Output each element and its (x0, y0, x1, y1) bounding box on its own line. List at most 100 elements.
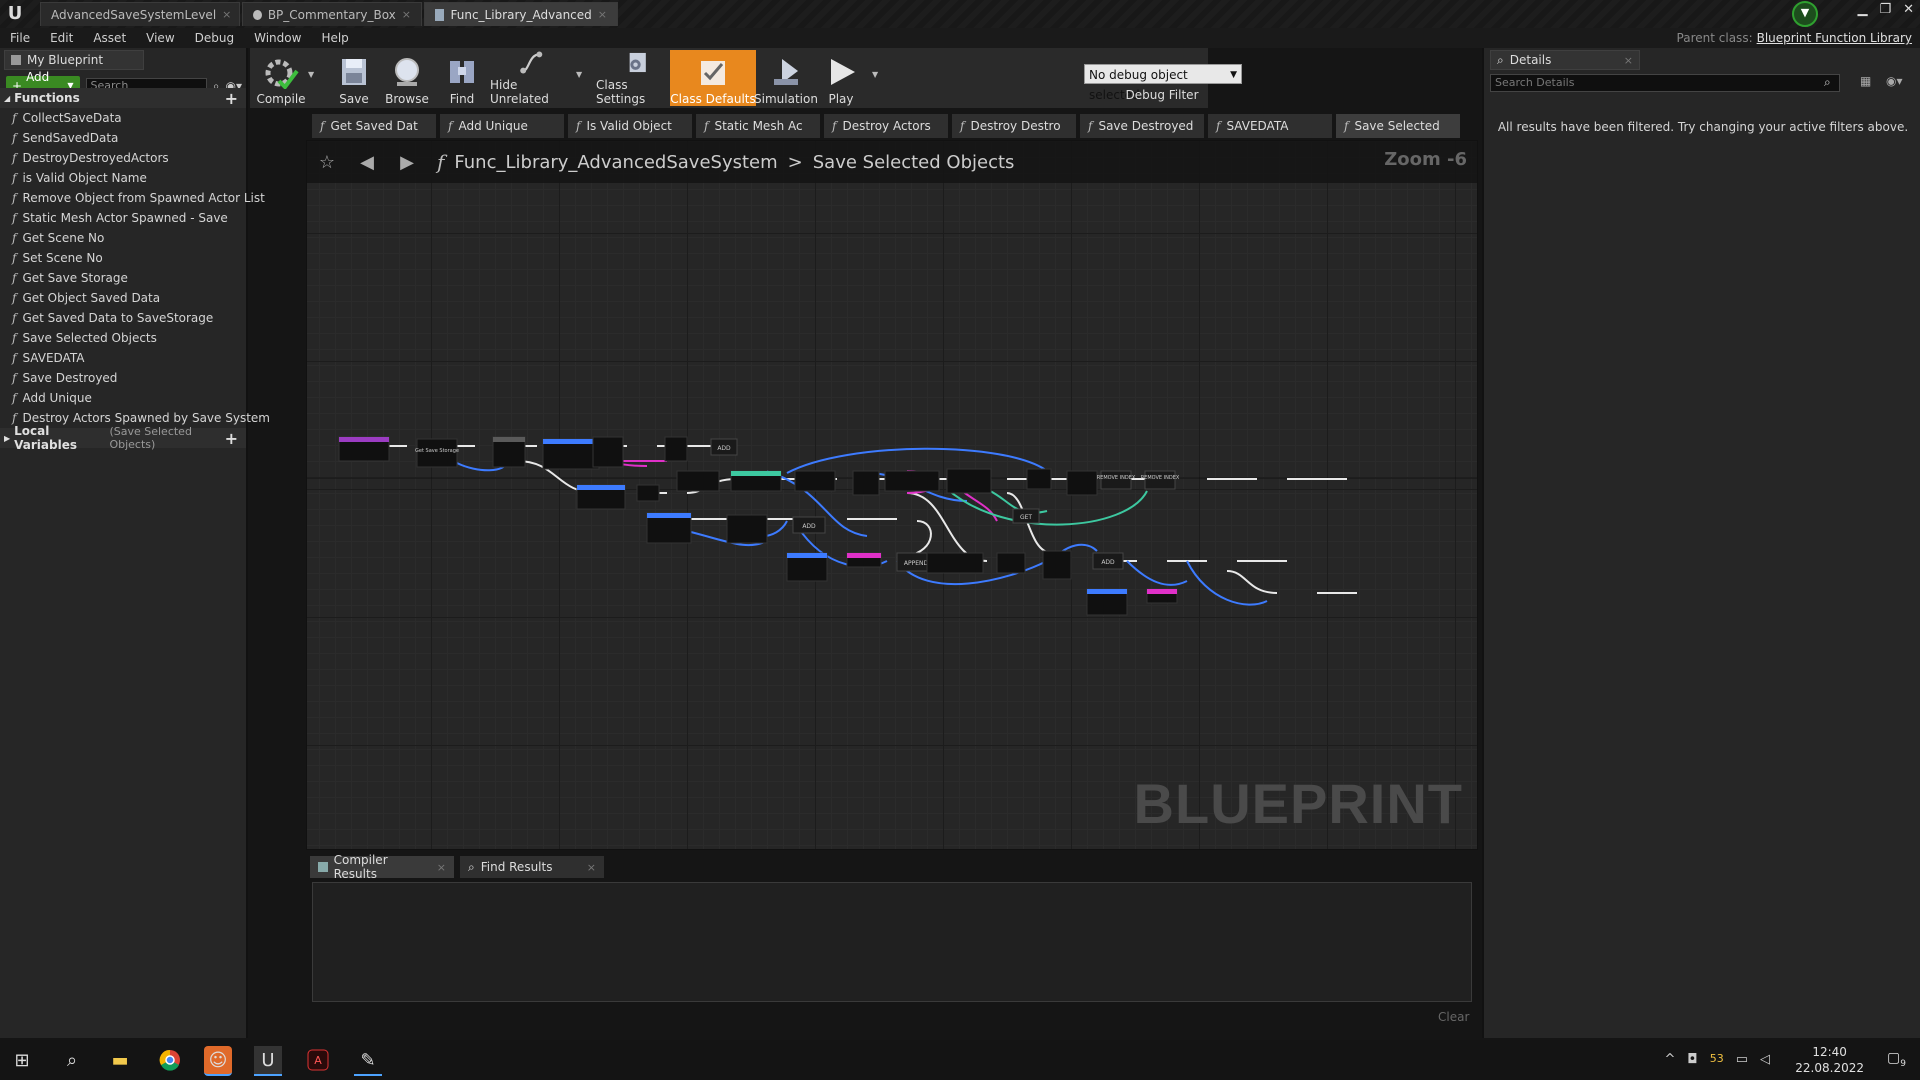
tab-bp-commentary-box[interactable]: BP_Commentary_Box × (242, 2, 422, 26)
windows-start-icon[interactable]: ⊞ (8, 1046, 36, 1074)
my-blueprint-tab[interactable]: My Blueprint (4, 50, 144, 70)
hide-unrelated-options-icon[interactable]: ▼ (576, 70, 582, 79)
tab-find-results[interactable]: ⌕ Find Results × (460, 856, 604, 878)
functions-header[interactable]: ◢ Functions + (0, 88, 246, 108)
volume-icon[interactable]: ◁ (1760, 1052, 1770, 1067)
close-icon[interactable]: × (437, 861, 446, 874)
find-button[interactable]: Find (436, 50, 488, 106)
function-icon: f (12, 351, 17, 365)
menu-view[interactable]: View (136, 31, 184, 45)
function-item[interactable]: f Set Scene No (0, 248, 246, 268)
function-item[interactable]: f Get Saved Data to SaveStorage (0, 308, 246, 328)
view-options-icon[interactable]: ▦ (1860, 74, 1871, 88)
play-button[interactable]: Play (810, 50, 872, 106)
add-variable-icon[interactable]: + (225, 429, 238, 448)
function-tab[interactable]: f Is Valid Object (568, 114, 692, 138)
function-tab-label: Is Valid Object (586, 119, 672, 133)
function-icon: f (12, 151, 17, 165)
eye-icon[interactable]: ◉▾ (1886, 74, 1903, 88)
menu-asset[interactable]: Asset (83, 31, 136, 45)
function-item[interactable]: f Add Unique (0, 388, 246, 408)
function-tab[interactable]: f Destroy Actors (824, 114, 948, 138)
my-blueprint-tab-label: My Blueprint (27, 53, 104, 67)
function-item[interactable]: f SendSavedData (0, 128, 246, 148)
function-tab[interactable]: f Destroy Destro (952, 114, 1076, 138)
menu-debug[interactable]: Debug (185, 31, 244, 45)
function-item[interactable]: f CollectSaveData (0, 108, 246, 128)
function-item[interactable]: f Remove Object from Spawned Actor List (0, 188, 265, 208)
browse-button[interactable]: Browse (380, 50, 434, 106)
app-red-logo: A (307, 1049, 329, 1071)
close-icon[interactable]: × (1624, 54, 1633, 67)
save-button[interactable]: Save (328, 50, 380, 106)
node-foreach (852, 470, 880, 496)
function-tab[interactable]: f Save Destroyed (1080, 114, 1204, 138)
close-icon[interactable]: × (222, 8, 231, 21)
compile-button[interactable]: Compile (254, 50, 308, 106)
function-item[interactable]: f Get Object Saved Data (0, 288, 246, 308)
node-header (647, 513, 691, 518)
menu-edit[interactable]: Edit (40, 31, 83, 45)
chevron-up-icon[interactable]: ^ (1665, 1052, 1676, 1067)
play-options-icon[interactable]: ▼ (872, 70, 878, 79)
menu-window[interactable]: Window (244, 31, 311, 45)
function-item[interactable]: f Save Destroyed (0, 368, 246, 388)
class-settings-button[interactable]: Class Settings (596, 50, 678, 106)
close-window-icon[interactable]: ✕ (1903, 2, 1914, 17)
exec-wire (906, 520, 932, 557)
hide-unrelated-button[interactable]: Hide Unrelated (490, 50, 574, 106)
add-function-icon[interactable]: + (225, 89, 238, 108)
temperature-value: 53 (1709, 1052, 1724, 1065)
node-header (577, 485, 625, 490)
function-item-label: Add Unique (22, 391, 92, 405)
chrome-icon[interactable] (156, 1046, 184, 1074)
compile-options-icon[interactable]: ▼ (308, 70, 314, 79)
function-tab[interactable]: f SAVEDATA (1208, 114, 1332, 138)
app-red-icon[interactable]: A (304, 1046, 332, 1074)
gamepad-icon[interactable]: ◘ (1687, 1052, 1697, 1067)
search-icon[interactable]: ⌕ (1824, 75, 1831, 90)
details-search-input[interactable]: Search Details (1490, 74, 1840, 92)
search-icon[interactable]: ⌕ (58, 1046, 86, 1074)
function-item[interactable]: f SAVEDATA (0, 348, 246, 368)
function-tab[interactable]: f Static Mesh Ac (696, 114, 820, 138)
node-foreach (592, 436, 624, 468)
parent-class-link[interactable]: Blueprint Function Library (1757, 31, 1912, 45)
play-icon (831, 59, 855, 85)
close-icon[interactable]: × (598, 8, 607, 21)
local-variables-header[interactable]: ▶ Local Variables (Save Selected Objects… (0, 424, 246, 452)
unreal-engine-icon[interactable]: U (254, 1046, 282, 1076)
function-item[interactable]: f Static Mesh Actor Spawned - Save (0, 208, 246, 228)
paint-icon[interactable]: ✎ (354, 1046, 382, 1076)
class-defaults-button[interactable]: Class Defaults (670, 50, 756, 106)
tab-advanced-save-system-level[interactable]: AdvancedSaveSystemLevel × (40, 2, 240, 26)
function-icon: f (1088, 119, 1093, 133)
tab-func-library[interactable]: Func_Library_AdvancedS × (424, 2, 618, 26)
function-tab[interactable]: f Add Unique (440, 114, 564, 138)
tab-compiler-results[interactable]: Compiler Results × (310, 853, 454, 881)
notification-icon[interactable]: ▼ (1792, 1, 1818, 27)
function-tab[interactable]: f Get Saved Dat (312, 114, 436, 138)
discord-icon[interactable]: ☺ (204, 1046, 232, 1076)
blueprint-graph[interactable]: ☆ ◀ ▶ f Func_Library_AdvancedSaveSystem … (306, 140, 1478, 850)
menu-help[interactable]: Help (311, 31, 358, 45)
clear-button[interactable]: Clear (1438, 1010, 1469, 1024)
debug-object-select[interactable]: No debug object selected ▼ (1084, 64, 1242, 102)
function-tab[interactable]: f Save Selected (1336, 114, 1460, 138)
function-item[interactable]: f Get Save Storage (0, 268, 246, 288)
close-icon[interactable]: × (402, 8, 411, 21)
clock[interactable]: 12:40 22.08.2022 (1795, 1044, 1864, 1076)
function-item[interactable]: f Save Selected Objects (0, 328, 246, 348)
function-item[interactable]: f Get Scene No (0, 228, 246, 248)
details-tab-label: Details (1509, 53, 1552, 67)
notification-center-icon[interactable]: ▢9 (1887, 1050, 1906, 1069)
details-tab[interactable]: ⌕ Details × (1490, 50, 1640, 70)
function-item[interactable]: f is Valid Object Name (0, 168, 246, 188)
file-explorer-icon[interactable]: ▬ (106, 1046, 134, 1074)
function-item[interactable]: f DestroyDestroyedActors (0, 148, 246, 168)
restore-icon[interactable]: ❐ (1879, 2, 1891, 17)
network-icon[interactable]: ▭ (1736, 1052, 1748, 1067)
close-icon[interactable]: × (587, 861, 596, 874)
menu-file[interactable]: File (0, 31, 40, 45)
minimize-icon[interactable]: ▁ (1857, 2, 1867, 17)
